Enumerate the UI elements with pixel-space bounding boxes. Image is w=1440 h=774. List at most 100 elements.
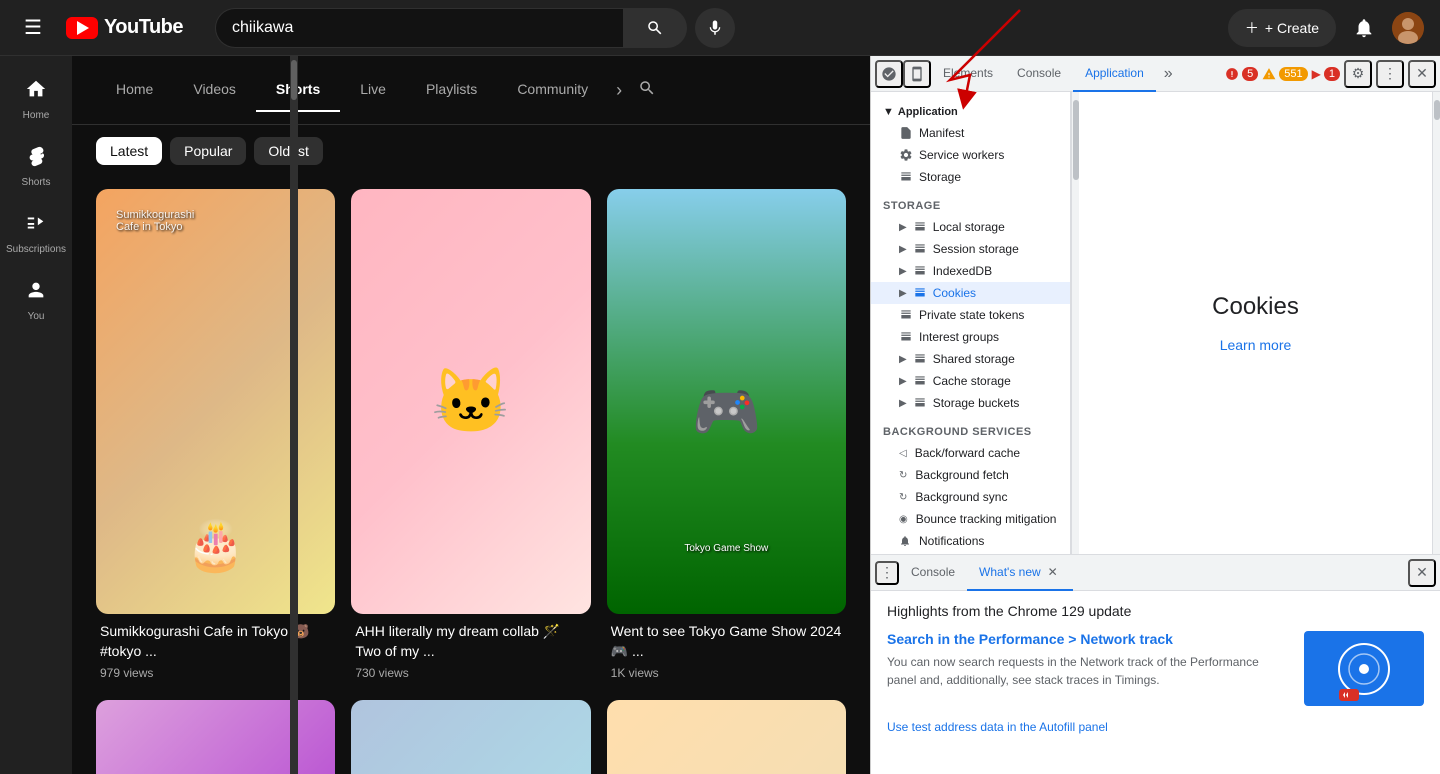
tree-background-fetch[interactable]: ↻ Background fetch bbox=[871, 464, 1070, 486]
tree-private-state-tokens[interactable]: Private state tokens bbox=[871, 304, 1070, 326]
short-thumb-6: 🍡 ⋮ bbox=[607, 700, 846, 774]
tree-service-workers[interactable]: Service workers bbox=[871, 144, 1070, 166]
tree-session-storage[interactable]: ▶ Session storage bbox=[871, 238, 1070, 260]
short-info-1: Sumikkogurashi Cafe in Tokyo 🐻 #tokyo ..… bbox=[96, 614, 335, 683]
tree-background-sync[interactable]: ↻ Background sync bbox=[871, 486, 1070, 508]
nav-videos[interactable]: Videos bbox=[173, 68, 256, 112]
devtools-device-icon[interactable] bbox=[903, 60, 931, 88]
bottom-tab-close[interactable]: ✕ bbox=[1045, 564, 1061, 580]
sidebar-item-home[interactable]: Home bbox=[0, 68, 72, 131]
background-section-title: Background services bbox=[871, 418, 1070, 442]
tab-application[interactable]: Application bbox=[1073, 56, 1156, 92]
sidebar-you-label: You bbox=[28, 311, 45, 322]
devtools-icons-right: 5 551 ▶ 1 ⚙ ⋮ ✕ bbox=[1225, 60, 1436, 88]
search-button[interactable] bbox=[623, 8, 687, 48]
channel-nav-bar: Home Videos Shorts Live Playlists Commun… bbox=[72, 56, 870, 125]
devtools-close-icon[interactable]: ✕ bbox=[1408, 60, 1436, 88]
devtools-panel: Elements Console Application » 5 551 ▶ bbox=[870, 56, 1440, 774]
youtube-logo[interactable]: YouTube bbox=[66, 16, 183, 39]
cookies-learn-more-link[interactable]: Learn more bbox=[1220, 337, 1292, 353]
filter-popular[interactable]: Popular bbox=[170, 137, 246, 165]
bottom-close-icon[interactable]: ✕ bbox=[1408, 559, 1436, 587]
background-services-section: Background services ◁ Back/forward cache… bbox=[871, 418, 1070, 554]
content-scrollbar[interactable] bbox=[1432, 92, 1440, 554]
plus-icon: ＋ bbox=[1245, 18, 1259, 38]
shorts-grid: SumikkogurashiCafe in Tokyo 🎂 ⋮ Sumikkog… bbox=[72, 177, 870, 774]
short-card-2[interactable]: 🐱 ⋮ AHH literally my dream collab 🪄 Two … bbox=[351, 189, 590, 684]
bottom-right-icons: ✕ bbox=[1408, 559, 1436, 587]
nav-search-icon[interactable] bbox=[630, 79, 664, 102]
filter-oldest[interactable]: Oldest bbox=[254, 137, 322, 165]
short-card-4[interactable]: ✨ ⋮ Short video 4 512 views bbox=[96, 700, 335, 774]
youtube-logo-text: YouTube bbox=[104, 16, 183, 39]
cookies-empty-state: Cookies Learn more bbox=[1079, 92, 1432, 554]
hamburger-menu[interactable]: ☰ bbox=[16, 7, 50, 48]
tree-scrollbar[interactable] bbox=[1071, 92, 1079, 554]
short-thumb-1: SumikkogurashiCafe in Tokyo 🎂 ⋮ bbox=[96, 189, 335, 614]
bottom-tab-console[interactable]: Console bbox=[899, 555, 967, 591]
tree-cookies[interactable]: ▶ Cookies bbox=[871, 282, 1070, 304]
devtools-more-dots-icon[interactable]: ⋮ bbox=[1376, 60, 1404, 88]
app-content-area: Cookies Learn more bbox=[1079, 92, 1432, 554]
tree-shared-storage[interactable]: ▶ Shared storage bbox=[871, 348, 1070, 370]
tree-notifications[interactable]: Notifications bbox=[871, 530, 1070, 552]
tree-storage-buckets[interactable]: ▶ Storage buckets bbox=[871, 392, 1070, 414]
sidebar-home-label: Home bbox=[23, 110, 50, 121]
devtools-inspect-icon[interactable] bbox=[875, 60, 903, 88]
nav-community[interactable]: Community bbox=[497, 68, 608, 112]
short-thumb-3: 🎮 Tokyo Game Show ⋮ bbox=[607, 189, 846, 614]
tab-elements[interactable]: Elements bbox=[931, 56, 1005, 92]
tab-more-icon[interactable]: » bbox=[1156, 65, 1181, 83]
tree-indexeddb[interactable]: ▶ IndexedDB bbox=[871, 260, 1070, 282]
tree-manifest[interactable]: Manifest bbox=[871, 122, 1070, 144]
short-card-3[interactable]: 🎮 Tokyo Game Show ⋮ Went to see Tokyo Ga… bbox=[607, 189, 846, 684]
nav-more-icon[interactable]: › bbox=[608, 80, 630, 101]
avatar[interactable] bbox=[1392, 12, 1424, 44]
cookies-title: Cookies bbox=[1212, 293, 1299, 321]
mic-button[interactable] bbox=[695, 8, 735, 48]
sidebar-shorts-label: Shorts bbox=[22, 177, 51, 188]
channel-nav: Home Videos Shorts Live Playlists Commun… bbox=[96, 68, 664, 112]
nav-home[interactable]: Home bbox=[96, 68, 173, 112]
bottom-more-icon[interactable]: ⋮ bbox=[875, 561, 899, 585]
header-right: ＋ + Create bbox=[1228, 8, 1424, 48]
tab-console[interactable]: Console bbox=[1005, 56, 1073, 92]
nav-live[interactable]: Live bbox=[340, 68, 406, 112]
sidebar-item-subscriptions[interactable]: Subscriptions bbox=[0, 202, 72, 265]
short-title-3: Went to see Tokyo Game Show 2024 🎮 ... bbox=[611, 622, 842, 661]
application-section-arrow: ▼ bbox=[883, 106, 894, 118]
short-card-5[interactable]: 🌸 ⋮ Short video 5 2.1K views bbox=[351, 700, 590, 774]
application-section-header[interactable]: ▼ Application bbox=[871, 100, 1070, 122]
notifications-button[interactable] bbox=[1344, 8, 1384, 48]
short-card-6[interactable]: 🍡 ⋮ Short video 6 845 views bbox=[607, 700, 846, 774]
tree-local-storage[interactable]: ▶ Local storage bbox=[871, 216, 1070, 238]
devtools-settings-icon[interactable]: ⚙ bbox=[1344, 60, 1372, 88]
feature-link[interactable]: Use test address data in the Autofill pa… bbox=[887, 720, 1108, 734]
warning-badge-container: 551 bbox=[1262, 67, 1307, 81]
nav-playlists[interactable]: Playlists bbox=[406, 68, 497, 112]
tree-bounce-tracking[interactable]: ◉ Bounce tracking mitigation bbox=[871, 508, 1070, 530]
short-card-1[interactable]: SumikkogurashiCafe in Tokyo 🎂 ⋮ Sumikkog… bbox=[96, 189, 335, 684]
feature-text: Search in the Performance > Network trac… bbox=[887, 631, 1288, 689]
devtools-bottom-panel: ⋮ Console What's new ✕ ✕ Highlights from… bbox=[871, 554, 1440, 774]
local-storage-arrow: ▶ bbox=[899, 222, 907, 233]
filter-bar: Latest Popular Oldest bbox=[72, 125, 870, 177]
short-info-2: AHH literally my dream collab 🪄 Two of m… bbox=[351, 614, 590, 683]
short-views-2: 730 views bbox=[355, 666, 586, 680]
search-input[interactable] bbox=[215, 8, 623, 48]
sidebar-item-you[interactable]: You bbox=[0, 269, 72, 332]
nav-shorts[interactable]: Shorts bbox=[256, 68, 340, 112]
bottom-tab-whats-new[interactable]: What's new ✕ bbox=[967, 555, 1073, 591]
short-views-3: 1K views bbox=[611, 666, 842, 680]
bottom-content: Highlights from the Chrome 129 update Se… bbox=[871, 591, 1440, 774]
tree-cache-storage[interactable]: ▶ Cache storage bbox=[871, 370, 1070, 392]
sidebar-item-shorts[interactable]: Shorts bbox=[0, 135, 72, 198]
short-title-2: AHH literally my dream collab 🪄 Two of m… bbox=[355, 622, 586, 661]
create-button[interactable]: ＋ + Create bbox=[1228, 9, 1336, 47]
filter-latest[interactable]: Latest bbox=[96, 137, 162, 165]
youtube-logo-icon bbox=[66, 17, 98, 39]
tree-interest-groups[interactable]: Interest groups bbox=[871, 326, 1070, 348]
application-section: ▼ Application Manifest Service workers bbox=[871, 100, 1070, 188]
tree-storage-item[interactable]: Storage bbox=[871, 166, 1070, 188]
tree-back-forward-cache[interactable]: ◁ Back/forward cache bbox=[871, 442, 1070, 464]
